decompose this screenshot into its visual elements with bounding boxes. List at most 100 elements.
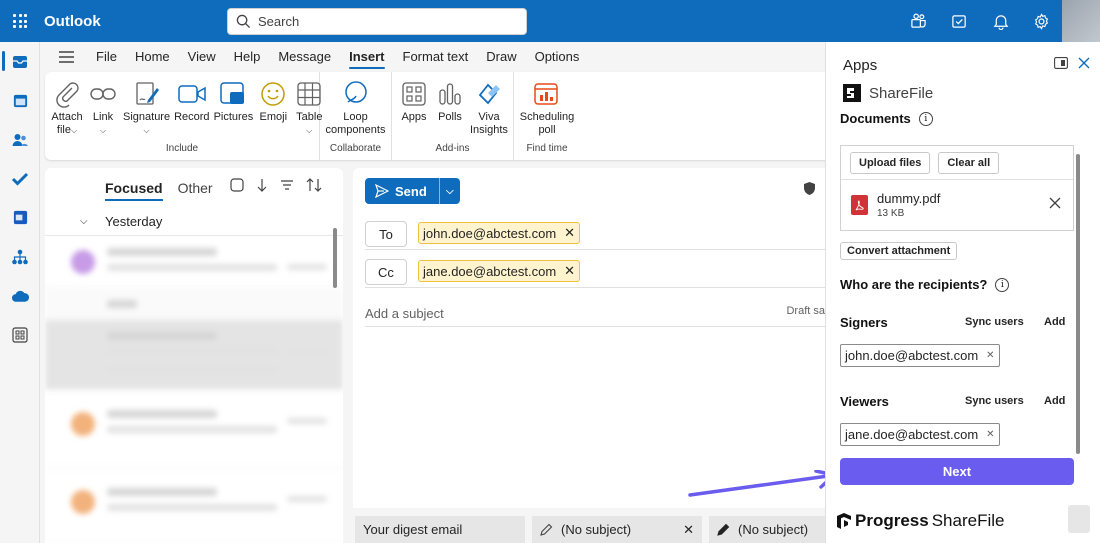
rail-calendar[interactable]	[0, 81, 40, 120]
close-icon[interactable]: ✕	[564, 225, 575, 241]
sensitivity-button[interactable]	[804, 182, 815, 198]
tab-insert[interactable]: Insert	[340, 42, 393, 72]
pictures-button[interactable]: Pictures	[212, 76, 256, 139]
signers-add-button[interactable]: Add	[1044, 316, 1065, 328]
to-row: To john.doe@abctest.com ✕	[365, 218, 825, 250]
bottom-tab-draft-1[interactable]: (No subject) ✕	[532, 516, 702, 543]
tab-help[interactable]: Help	[225, 42, 270, 72]
my-day-button[interactable]	[939, 0, 980, 42]
list-item[interactable]	[45, 320, 343, 390]
tab-home[interactable]: Home	[126, 42, 179, 72]
rail-people[interactable]	[0, 120, 40, 159]
onedrive-cloud-icon	[11, 290, 29, 302]
app-name[interactable]: Outlook	[44, 13, 227, 30]
apps-button[interactable]: Apps	[396, 76, 432, 139]
viewers-sync-users-button[interactable]: Sync users	[965, 395, 1024, 407]
upload-files-button[interactable]: Upload files	[850, 151, 931, 174]
close-icon[interactable]: ✕	[683, 522, 694, 538]
rail-more-apps[interactable]	[0, 315, 40, 354]
next-button[interactable]: Next	[840, 458, 1074, 485]
bottom-tab-digest[interactable]: Your digest email	[355, 516, 525, 543]
list-item[interactable]	[45, 288, 343, 320]
rail-todo[interactable]	[0, 159, 40, 198]
apps-pane: Apps ShareFile Documents i Upload files …	[825, 42, 1100, 543]
list-item[interactable]	[45, 468, 343, 543]
signer-chip[interactable]: john.doe@abctest.com ✕	[840, 344, 1000, 367]
list-item[interactable]	[45, 236, 343, 288]
attach-file-button[interactable]: Attach file⌵	[49, 76, 85, 139]
teams-button[interactable]	[898, 0, 939, 42]
tab-file[interactable]: File	[87, 42, 126, 72]
tab-options[interactable]: Options	[526, 42, 589, 72]
list-item[interactable]	[45, 390, 343, 468]
bottom-tab-draft-2[interactable]: (No subject)	[709, 516, 825, 543]
clear-all-button[interactable]: Clear all	[938, 151, 1000, 174]
word-icon	[13, 210, 27, 225]
signature-button[interactable]: Signature ⌵	[121, 76, 172, 139]
account-avatar[interactable]	[1062, 0, 1100, 42]
chevron-down-icon: ⌵	[99, 126, 107, 135]
cc-button[interactable]: Cc	[365, 259, 407, 285]
rail-onedrive[interactable]	[0, 276, 40, 315]
pivot-focused[interactable]: Focused	[105, 180, 163, 201]
tab-draw[interactable]: Draw	[477, 42, 525, 72]
bell-icon	[993, 14, 1008, 30]
signers-sync-users-button[interactable]: Sync users	[965, 316, 1024, 328]
filter-icon[interactable]	[280, 178, 294, 192]
group-header-yesterday[interactable]: ⌵ Yesterday	[45, 208, 343, 236]
search-input[interactable]: Search	[258, 14, 299, 29]
draft-status: Draft sa	[786, 305, 825, 317]
record-button[interactable]: Record	[172, 76, 211, 139]
jump-to-arrow-icon[interactable]	[256, 178, 268, 192]
notifications-button[interactable]	[980, 0, 1021, 42]
tab-view[interactable]: View	[179, 42, 225, 72]
cc-recipient-chip[interactable]: jane.doe@abctest.com ✕	[418, 260, 581, 282]
loop-components-button[interactable]: Loop components	[324, 76, 388, 139]
polls-button[interactable]: Polls	[432, 76, 468, 139]
rail-mail[interactable]	[0, 42, 40, 81]
shield-icon	[804, 182, 815, 195]
subject-field[interactable]: Add a subject Draft sa	[365, 301, 825, 327]
close-icon[interactable]	[1078, 57, 1090, 69]
ribbon-group-label: Include	[165, 143, 199, 154]
document-item: dummy.pdf 13 KB	[841, 180, 1073, 230]
documents-box: Upload files Clear all dummy.pdf 13 KB	[840, 145, 1074, 231]
rail-org[interactable]	[0, 237, 40, 276]
close-icon[interactable]: ✕	[564, 263, 575, 279]
sort-icon[interactable]	[306, 178, 322, 192]
convert-attachment-button[interactable]: Convert attachment	[840, 242, 958, 260]
viva-insights-button[interactable]: Viva Insights	[468, 76, 510, 139]
progress-sharefile-logo: Progress ShareFile	[836, 511, 1004, 531]
tab-message[interactable]: Message	[269, 42, 340, 72]
pane-scrollbar[interactable]	[1076, 154, 1081, 454]
close-icon[interactable]	[1049, 197, 1061, 209]
to-button[interactable]: To	[365, 221, 407, 247]
documents-heading: Documents i	[840, 111, 933, 126]
select-mode-icon[interactable]	[230, 178, 244, 192]
viewers-add-button[interactable]: Add	[1044, 395, 1065, 407]
viewer-chip[interactable]: jane.doe@abctest.com ✕	[840, 423, 1000, 446]
send-options-button[interactable]: ⌵	[440, 186, 460, 197]
close-icon[interactable]: ✕	[986, 350, 994, 361]
pin-pane-icon[interactable]	[1054, 57, 1068, 69]
message-list-scrollbar[interactable]	[333, 228, 338, 538]
nav-toggle-button[interactable]	[45, 51, 87, 63]
to-recipient-chip[interactable]: john.doe@abctest.com ✕	[418, 222, 581, 244]
close-icon[interactable]: ✕	[986, 429, 994, 440]
pivot-other[interactable]: Other	[178, 180, 213, 196]
search-box[interactable]: Search	[227, 8, 527, 35]
settings-button[interactable]	[1021, 0, 1062, 42]
hamburger-icon	[58, 51, 74, 63]
send-button[interactable]: Send	[365, 178, 440, 204]
app-launcher-button[interactable]	[0, 0, 40, 42]
rail-word[interactable]	[0, 198, 40, 237]
ribbon-group-label: Find time	[526, 143, 568, 154]
link-button[interactable]: Link ⌵	[85, 76, 121, 139]
info-icon[interactable]: i	[995, 277, 1010, 292]
recipients-heading: Who are the recipients? i	[840, 277, 1010, 292]
tab-format-text[interactable]: Format text	[394, 42, 478, 72]
sharefile-header: ShareFile	[843, 84, 933, 102]
scheduling-poll-button[interactable]: Scheduling poll	[518, 76, 576, 139]
info-icon[interactable]: i	[918, 111, 933, 126]
emoji-button[interactable]: Emoji	[255, 76, 291, 139]
